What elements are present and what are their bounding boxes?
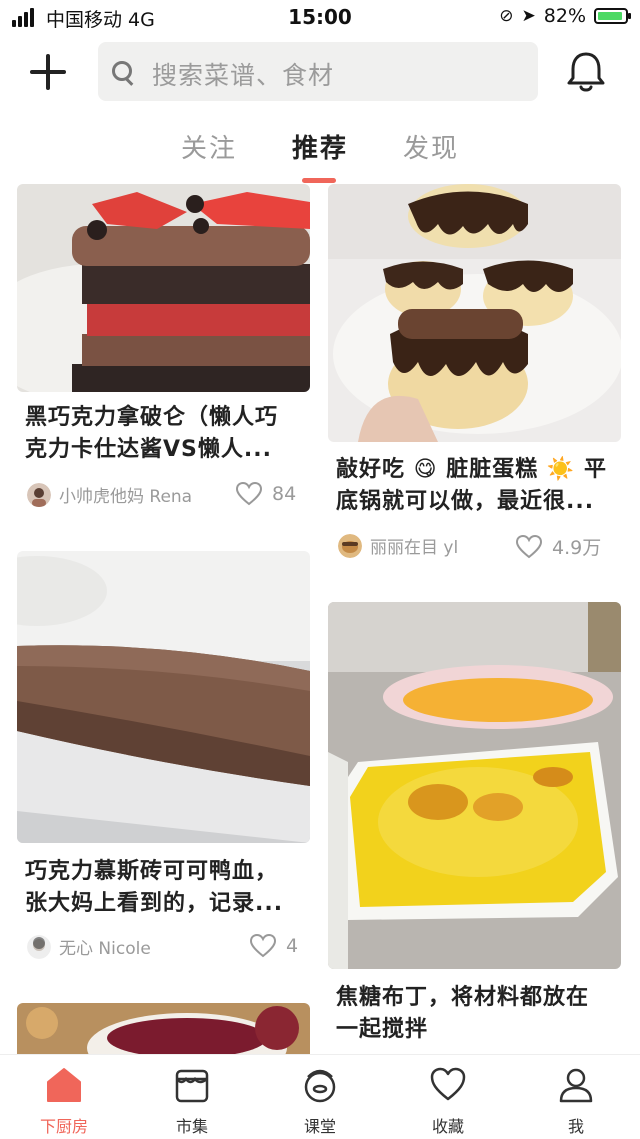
author[interactable]: 丽丽在目 yl bbox=[338, 533, 458, 558]
nav-home-label: 下厨房 bbox=[39, 1117, 88, 1136]
like-button[interactable]: 4 bbox=[250, 934, 298, 958]
tab-following[interactable]: 关注 bbox=[181, 128, 237, 165]
tab-discover[interactable]: 发现 bbox=[403, 128, 459, 165]
like-count: 4.9万 bbox=[552, 537, 602, 559]
nav-favorites[interactable]: 收藏 bbox=[384, 1055, 512, 1139]
author[interactable]: 无心 Nicole bbox=[27, 934, 151, 959]
heart-icon bbox=[236, 482, 262, 506]
nav-market[interactable]: 市集 bbox=[128, 1055, 256, 1139]
battery-percent: 82% bbox=[543, 5, 586, 27]
recipe-image bbox=[328, 602, 621, 969]
tab-indicator bbox=[302, 178, 336, 183]
avatar bbox=[338, 533, 362, 558]
recipe-card[interactable]: 焦糖布丁，将材料都放在 一起搅拌 bbox=[328, 602, 621, 1054]
bottom-nav: 下厨房 市集 课堂 收藏 我 bbox=[0, 1054, 640, 1139]
recipe-feed[interactable]: 黑巧克力拿破仑（懒人巧 克力卡仕达酱VS懒人... 小帅虎他妈 Rena 84 bbox=[0, 184, 640, 1054]
search-icon bbox=[112, 61, 132, 81]
author[interactable]: 小帅虎他妈 Rena bbox=[27, 482, 192, 507]
heart-icon bbox=[516, 534, 542, 558]
nav-classroom-label: 课堂 bbox=[303, 1117, 336, 1136]
nav-profile-label: 我 bbox=[567, 1117, 584, 1136]
tab-recommended[interactable]: 推荐 bbox=[292, 128, 348, 165]
avatar bbox=[27, 934, 51, 959]
avatar bbox=[27, 482, 51, 507]
nav-profile[interactable]: 我 bbox=[512, 1055, 640, 1139]
recipe-image bbox=[17, 1003, 310, 1054]
author-name: 无心 Nicole bbox=[59, 939, 151, 959]
recipe-card[interactable]: 巧克力慕斯砖可可鸭血， 张大妈上看到的，记录... 无心 Nicole 4 bbox=[17, 551, 310, 961]
recipe-title: 巧克力慕斯砖可可鸭血， 张大妈上看到的，记录... bbox=[25, 859, 284, 916]
recipe-card[interactable]: 敲好吃 😋 脏脏蛋糕 ☀️ 平 底锅就可以做，最近很... 丽丽在目 yl 4.… bbox=[328, 184, 621, 574]
nav-home[interactable]: 下厨房 bbox=[0, 1055, 128, 1139]
like-button[interactable]: 4.9万 bbox=[516, 533, 601, 560]
search-input[interactable]: 搜索菜谱、食材 bbox=[152, 56, 334, 92]
status-bar: 中国移动 4G 15:00 ⊘ ➤ 82% bbox=[0, 0, 640, 36]
heart-icon bbox=[250, 934, 276, 958]
like-count: 84 bbox=[272, 483, 297, 505]
location-icon: ➤ bbox=[521, 6, 536, 26]
market-icon bbox=[175, 1069, 209, 1103]
nav-classroom[interactable]: 课堂 bbox=[256, 1055, 384, 1139]
feed-tabs: 关注 推荐 发现 bbox=[0, 128, 640, 184]
author-name: 丽丽在目 yl bbox=[370, 538, 459, 558]
nav-favorites-label: 收藏 bbox=[431, 1117, 464, 1136]
recipe-card[interactable] bbox=[17, 1003, 310, 1054]
profile-icon bbox=[559, 1068, 593, 1103]
like-count: 4 bbox=[286, 935, 299, 957]
like-button[interactable]: 84 bbox=[236, 482, 296, 506]
author-name: 小帅虎他妈 Rena bbox=[59, 487, 193, 507]
recipe-image bbox=[328, 184, 621, 442]
heart-icon bbox=[430, 1067, 466, 1101]
recipe-title: 黑巧克力拿破仑（懒人巧 克力卡仕达酱VS懒人... bbox=[25, 405, 279, 462]
classroom-icon bbox=[304, 1069, 336, 1103]
home-icon bbox=[47, 1068, 81, 1102]
recipe-card[interactable]: 黑巧克力拿破仑（懒人巧 克力卡仕达酱VS懒人... 小帅虎他妈 Rena 84 bbox=[17, 184, 310, 524]
recipe-image bbox=[17, 184, 310, 392]
search-bar[interactable]: 搜索菜谱、食材 bbox=[98, 42, 538, 101]
add-button[interactable] bbox=[28, 52, 68, 92]
lock-rotation-icon: ⊘ bbox=[499, 6, 514, 26]
bell-icon[interactable] bbox=[566, 50, 606, 94]
recipe-title: 敲好吃 😋 脏脏蛋糕 ☀️ 平 底锅就可以做，最近很... bbox=[336, 457, 607, 514]
recipe-title: 焦糖布丁，将材料都放在 一起搅拌 bbox=[336, 985, 590, 1042]
nav-market-label: 市集 bbox=[175, 1117, 208, 1136]
recipe-image bbox=[17, 551, 310, 843]
battery-icon bbox=[594, 8, 631, 24]
